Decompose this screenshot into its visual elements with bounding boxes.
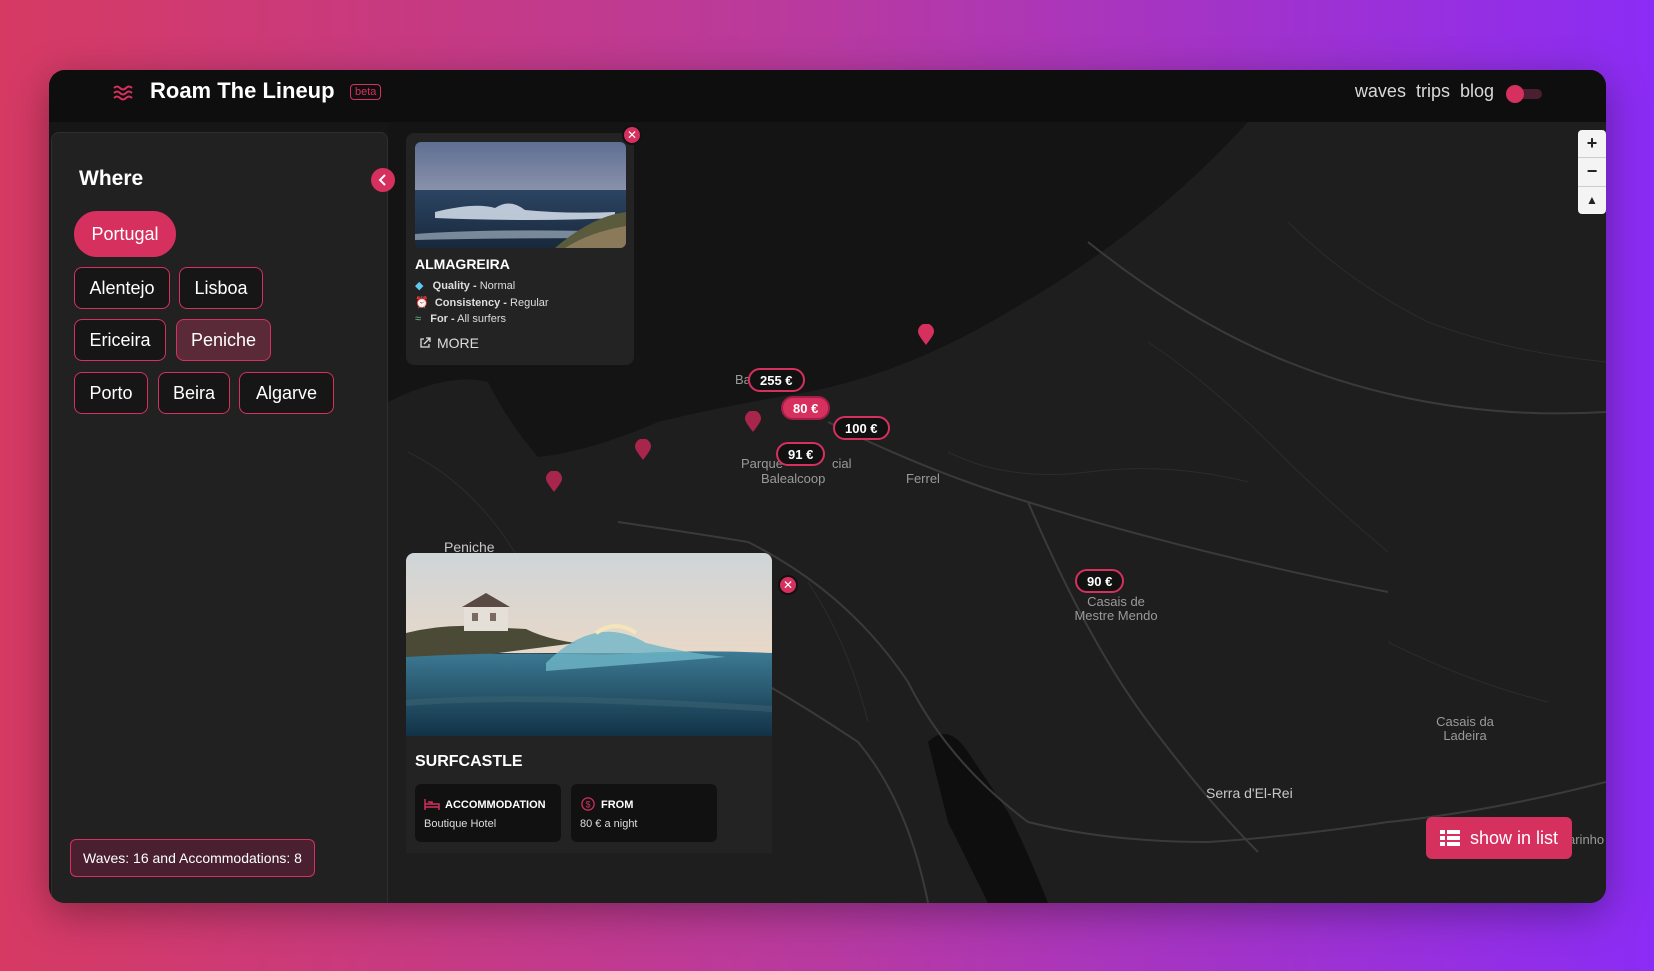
price-marker[interactable]: 255 € xyxy=(748,368,805,392)
chip-porto[interactable]: Porto xyxy=(74,372,148,414)
nav-blog[interactable]: blog xyxy=(1460,81,1494,102)
price-marker[interactable]: 91 € xyxy=(776,442,826,466)
place-label: Ferrel xyxy=(906,471,940,486)
more-link[interactable]: MORE xyxy=(419,335,479,351)
wave-card[interactable]: ✕ ALMAGREIRA ◆ Quality - Normal ⏰ Consis… xyxy=(406,125,642,365)
app-title[interactable]: Roam The Lineup xyxy=(150,78,335,104)
wave-pin[interactable] xyxy=(744,411,762,433)
place-label: Casais da xyxy=(1436,714,1494,729)
top-bar: Roam The Lineup beta waves trips blog xyxy=(49,70,1606,122)
price-marker[interactable]: 90 € xyxy=(1075,569,1125,593)
accommodation-price-box: $ FROM 80 € a night xyxy=(571,784,717,842)
wave-photo xyxy=(415,142,626,248)
accommodation-title: SURFCASTLE xyxy=(415,753,523,770)
waves-logo-icon xyxy=(113,85,133,101)
close-wave-card-button[interactable]: ✕ xyxy=(622,125,642,145)
chip-portugal[interactable]: Portugal xyxy=(74,211,176,257)
chip-ericeira[interactable]: Ericeira xyxy=(74,319,166,361)
nav-trips[interactable]: trips xyxy=(1416,81,1450,102)
where-sidebar: Where Portugal Alentejo Lisboa Ericeira … xyxy=(51,132,388,903)
results-count: Waves: 16 and Accommodations: 8 xyxy=(70,839,315,877)
alarm-clock-icon: ⏰ xyxy=(415,297,429,309)
show-in-list-button[interactable]: show in list xyxy=(1425,817,1572,859)
dollar-circle-icon: $ xyxy=(581,797,595,811)
chip-lisboa[interactable]: Lisboa xyxy=(179,267,263,309)
wave-pin[interactable] xyxy=(917,324,935,346)
sidebar-heading: Where xyxy=(79,167,144,190)
compass-button[interactable]: ▲ xyxy=(1578,187,1606,214)
chip-beira[interactable]: Beira xyxy=(158,372,230,414)
bed-icon xyxy=(424,799,440,810)
external-link-icon xyxy=(420,337,431,348)
svg-text:$: $ xyxy=(586,800,591,810)
beta-badge: beta xyxy=(350,84,382,100)
theme-toggle[interactable] xyxy=(1506,85,1542,103)
list-icon xyxy=(1439,830,1460,846)
chip-algarve[interactable]: Algarve xyxy=(239,372,334,414)
price-marker[interactable]: 100 € xyxy=(833,416,890,440)
toggle-knob xyxy=(1506,85,1524,103)
chip-alentejo[interactable]: Alentejo xyxy=(74,267,170,309)
place-label: Serra d'El-Rei xyxy=(1206,785,1293,801)
place-label: Balealcoop xyxy=(761,471,826,486)
accommodation-type-box: ACCOMMODATION Boutique Hotel xyxy=(415,784,561,842)
price-marker-selected[interactable]: 80 € xyxy=(781,396,831,420)
zoom-out-button[interactable]: − xyxy=(1578,158,1606,187)
zoom-in-button[interactable]: + xyxy=(1578,130,1606,159)
wave-attribute: ≈ For - All surfers xyxy=(415,313,507,325)
surfer-icon: ≈ xyxy=(415,313,422,325)
wave-pin[interactable] xyxy=(545,471,563,493)
app-window: Roam The Lineup beta waves trips blog Ba… xyxy=(49,70,1606,903)
gem-icon: ◆ xyxy=(415,280,424,292)
place-label: arinho xyxy=(1568,832,1605,847)
chip-peniche[interactable]: Peniche xyxy=(176,319,271,361)
main-nav: waves trips blog xyxy=(1355,81,1494,102)
accommodation-photo xyxy=(406,553,772,736)
place-label: cial xyxy=(832,456,852,471)
nav-waves[interactable]: waves xyxy=(1355,81,1406,102)
accommodation-card[interactable]: SURFCASTLE ACCOMMODATION Boutique Hotel … xyxy=(406,553,772,853)
wave-attribute: ⏰ Consistency - Regular xyxy=(415,297,549,309)
collapse-sidebar-button[interactable] xyxy=(371,168,395,192)
wave-pin[interactable] xyxy=(634,439,652,461)
place-label: Casais de xyxy=(1087,594,1145,609)
place-label: Mestre Mendo xyxy=(1074,608,1158,623)
zoom-controls: + − ▲ xyxy=(1578,130,1606,214)
show-in-list-label: show in list xyxy=(1469,827,1558,848)
close-accommodation-card-button[interactable]: ✕ xyxy=(778,575,798,595)
wave-title: ALMAGREIRA xyxy=(415,256,510,272)
chevron-left-icon xyxy=(378,174,386,186)
place-label: Ladeira xyxy=(1443,728,1487,743)
wave-attribute: ◆ Quality - Normal xyxy=(415,280,516,292)
